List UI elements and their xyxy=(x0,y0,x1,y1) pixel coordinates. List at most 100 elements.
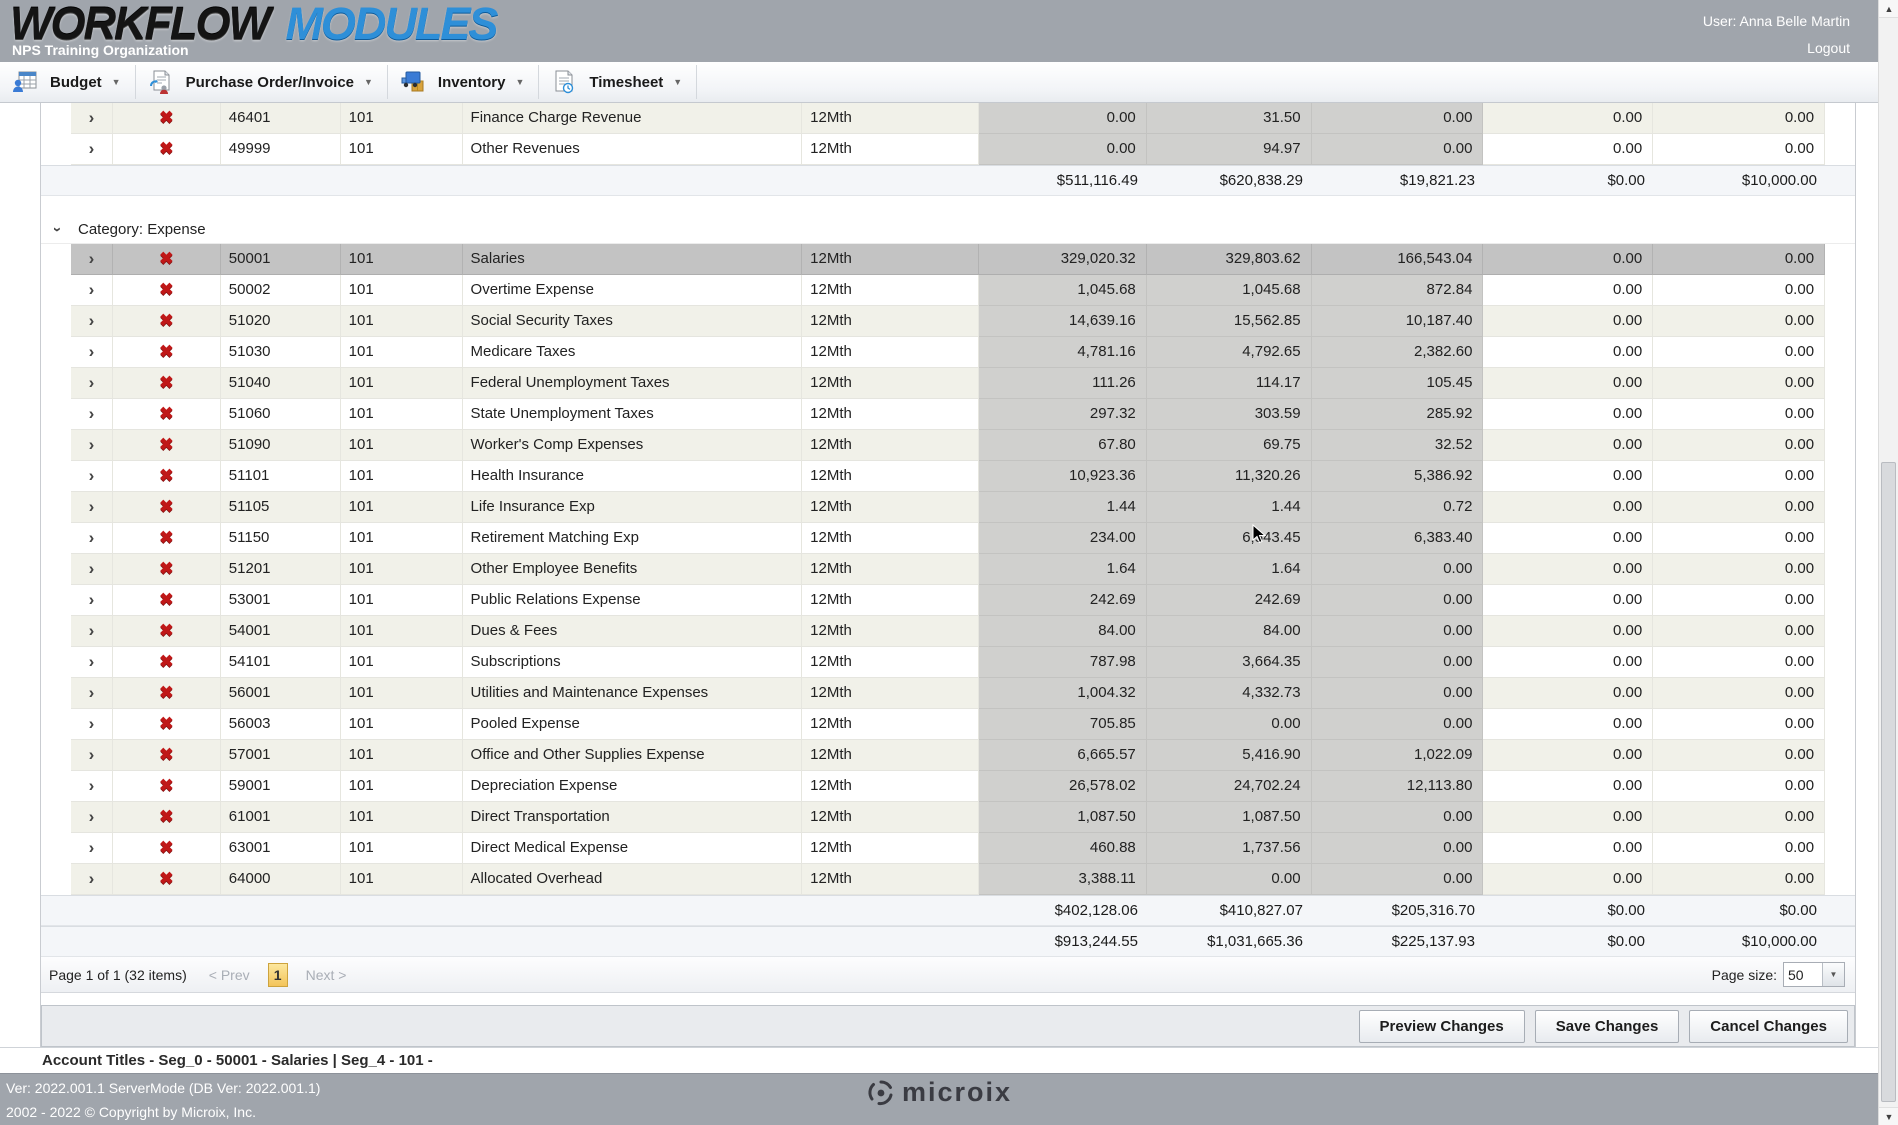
cell-value-4[interactable]: 0.00 xyxy=(1483,492,1653,523)
expand-row-cell[interactable]: › xyxy=(71,585,113,616)
delete-row-icon[interactable]: ✖ xyxy=(113,585,220,615)
expand-row-icon[interactable]: › xyxy=(71,430,112,460)
expand-row-cell[interactable]: › xyxy=(71,430,113,461)
expand-row-icon[interactable]: › xyxy=(71,134,112,164)
expand-row-icon[interactable]: › xyxy=(71,678,112,708)
expand-row-icon[interactable]: › xyxy=(71,771,112,801)
cell-value-5[interactable]: 0.00 xyxy=(1653,833,1825,864)
cell-value-5[interactable]: 0.00 xyxy=(1653,492,1825,523)
delete-row-cell[interactable]: ✖ xyxy=(113,492,221,523)
expand-row-icon[interactable]: › xyxy=(71,492,112,522)
expand-row-cell[interactable]: › xyxy=(71,678,113,709)
prev-page-button[interactable]: < Prev xyxy=(209,967,250,983)
collapse-group-cell[interactable]: › xyxy=(55,221,60,238)
delete-row-cell[interactable]: ✖ xyxy=(113,523,221,554)
cell-value-4[interactable]: 0.00 xyxy=(1483,585,1653,616)
expand-row-cell[interactable]: › xyxy=(71,709,113,740)
delete-row-icon[interactable]: ✖ xyxy=(113,399,220,429)
delete-row-cell[interactable]: ✖ xyxy=(113,647,221,678)
cell-value-4[interactable]: 0.00 xyxy=(1483,399,1653,430)
expand-row-cell[interactable]: › xyxy=(71,337,113,368)
cell-value-4[interactable]: 0.00 xyxy=(1483,678,1653,709)
vertical-scrollbar[interactable]: ▲ ▼ xyxy=(1878,0,1898,1125)
delete-row-cell[interactable]: ✖ xyxy=(113,399,221,430)
delete-row-icon[interactable]: ✖ xyxy=(113,275,220,305)
cell-value-4[interactable]: 0.00 xyxy=(1483,616,1653,647)
cell-value-5[interactable]: 0.00 xyxy=(1653,430,1825,461)
menu-item-budget[interactable]: Budget ▼ xyxy=(0,62,135,103)
expand-row-cell[interactable]: › xyxy=(71,864,113,895)
delete-row-cell[interactable]: ✖ xyxy=(113,833,221,864)
cell-value-5[interactable]: 0.00 xyxy=(1653,616,1825,647)
expand-row-cell[interactable]: › xyxy=(71,368,113,399)
delete-row-icon[interactable]: ✖ xyxy=(113,771,220,801)
scroll-down-icon[interactable]: ▼ xyxy=(1879,1107,1898,1125)
delete-row-icon[interactable]: ✖ xyxy=(113,740,220,770)
delete-row-cell[interactable]: ✖ xyxy=(113,461,221,492)
expand-row-icon[interactable]: › xyxy=(71,368,112,398)
delete-row-icon[interactable]: ✖ xyxy=(113,864,220,894)
delete-row-cell[interactable]: ✖ xyxy=(113,430,221,461)
cell-value-4[interactable]: 0.00 xyxy=(1483,244,1653,275)
cell-value-5[interactable]: 0.00 xyxy=(1653,337,1825,368)
delete-row-cell[interactable]: ✖ xyxy=(113,103,221,134)
cell-value-4[interactable]: 0.00 xyxy=(1483,864,1653,895)
expand-row-cell[interactable]: › xyxy=(71,492,113,523)
delete-row-icon[interactable]: ✖ xyxy=(113,244,220,274)
cell-value-5[interactable]: 0.00 xyxy=(1653,802,1825,833)
expand-row-cell[interactable]: › xyxy=(71,647,113,678)
expand-row-cell[interactable]: › xyxy=(71,275,113,306)
cell-value-4[interactable]: 0.00 xyxy=(1483,368,1653,399)
cell-value-5[interactable]: 0.00 xyxy=(1653,368,1825,399)
delete-row-cell[interactable]: ✖ xyxy=(113,306,221,337)
delete-row-cell[interactable]: ✖ xyxy=(113,368,221,399)
delete-row-icon[interactable]: ✖ xyxy=(113,678,220,708)
delete-row-icon[interactable]: ✖ xyxy=(113,523,220,553)
delete-row-cell[interactable]: ✖ xyxy=(113,709,221,740)
cell-value-4[interactable]: 0.00 xyxy=(1483,802,1653,833)
expand-row-cell[interactable]: › xyxy=(71,306,113,337)
expand-row-icon[interactable]: › xyxy=(71,103,112,133)
cell-value-5[interactable]: 0.00 xyxy=(1653,585,1825,616)
expand-row-icon[interactable]: › xyxy=(71,306,112,336)
delete-row-icon[interactable]: ✖ xyxy=(113,134,220,164)
expand-row-cell[interactable]: › xyxy=(71,461,113,492)
delete-row-icon[interactable]: ✖ xyxy=(113,647,220,677)
cell-value-5[interactable]: 0.00 xyxy=(1653,275,1825,306)
save-changes-button[interactable]: Save Changes xyxy=(1535,1010,1680,1043)
delete-row-cell[interactable]: ✖ xyxy=(113,771,221,802)
expand-row-icon[interactable]: › xyxy=(71,616,112,646)
cell-value-5[interactable]: 0.00 xyxy=(1653,647,1825,678)
cell-value-4[interactable]: 0.00 xyxy=(1483,833,1653,864)
cell-value-5[interactable]: 0.00 xyxy=(1653,399,1825,430)
delete-row-icon[interactable]: ✖ xyxy=(113,430,220,460)
cell-value-4[interactable]: 0.00 xyxy=(1483,430,1653,461)
expand-row-icon[interactable]: › xyxy=(71,554,112,584)
cell-value-5[interactable]: 0.00 xyxy=(1653,864,1825,895)
cell-value-5[interactable]: 0.00 xyxy=(1653,523,1825,554)
expand-row-cell[interactable]: › xyxy=(71,616,113,647)
menu-item-purchase-order[interactable]: Purchase Order/Invoice ▼ xyxy=(136,62,387,103)
cell-value-4[interactable]: 0.00 xyxy=(1483,523,1653,554)
expand-row-icon[interactable]: › xyxy=(71,802,112,832)
delete-row-cell[interactable]: ✖ xyxy=(113,585,221,616)
expand-row-icon[interactable]: › xyxy=(71,275,112,305)
delete-row-cell[interactable]: ✖ xyxy=(113,275,221,306)
expand-row-cell[interactable]: › xyxy=(71,771,113,802)
next-page-button[interactable]: Next > xyxy=(306,967,347,983)
delete-row-cell[interactable]: ✖ xyxy=(113,802,221,833)
delete-row-icon[interactable]: ✖ xyxy=(113,802,220,832)
expand-row-cell[interactable]: › xyxy=(71,399,113,430)
delete-row-icon[interactable]: ✖ xyxy=(113,306,220,336)
delete-row-cell[interactable]: ✖ xyxy=(113,864,221,895)
chevron-down-icon[interactable]: ▼ xyxy=(1822,963,1844,986)
cell-value-4[interactable]: 0.00 xyxy=(1483,647,1653,678)
page-size-select[interactable]: 50▼ xyxy=(1783,962,1845,987)
cell-value-5[interactable]: 0.00 xyxy=(1653,306,1825,337)
cell-value-4[interactable]: 0.00 xyxy=(1483,275,1653,306)
delete-row-icon[interactable]: ✖ xyxy=(113,337,220,367)
expand-row-icon[interactable]: › xyxy=(71,337,112,367)
collapse-group-icon[interactable]: › xyxy=(49,227,66,232)
cell-value-4[interactable]: 0.00 xyxy=(1483,709,1653,740)
delete-row-cell[interactable]: ✖ xyxy=(113,337,221,368)
